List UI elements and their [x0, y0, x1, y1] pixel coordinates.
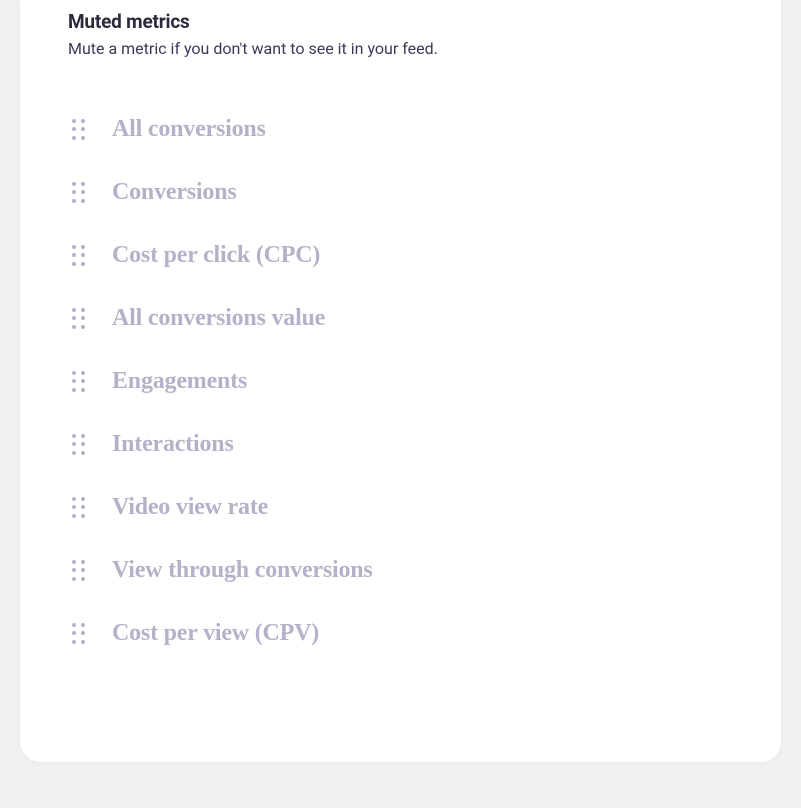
list-item[interactable]: Cost per view (CPV)	[68, 602, 741, 665]
list-item[interactable]: All conversions value	[68, 287, 741, 350]
list-item[interactable]: Engagements	[68, 350, 741, 413]
drag-handle-icon[interactable]	[72, 371, 86, 393]
muted-metrics-card: Muted metrics Mute a metric if you don't…	[20, 0, 781, 762]
metric-label: Video view rate	[112, 494, 268, 521]
metric-label: All conversions value	[112, 305, 325, 332]
drag-handle-icon[interactable]	[72, 434, 86, 456]
metric-label: Interactions	[112, 431, 234, 458]
muted-metrics-list: All conversions Conversions Cost per cli…	[68, 98, 741, 665]
section-title: Muted metrics	[68, 10, 741, 33]
drag-handle-icon[interactable]	[72, 245, 86, 267]
list-item[interactable]: Conversions	[68, 161, 741, 224]
drag-handle-icon[interactable]	[72, 119, 86, 141]
metric-label: Cost per click (CPC)	[112, 242, 320, 269]
drag-handle-icon[interactable]	[72, 308, 86, 330]
list-item[interactable]: Interactions	[68, 413, 741, 476]
list-item[interactable]: Video view rate	[68, 476, 741, 539]
drag-handle-icon[interactable]	[72, 497, 86, 519]
drag-handle-icon[interactable]	[72, 560, 86, 582]
metric-label: Engagements	[112, 368, 247, 395]
metric-label: View through conversions	[112, 557, 373, 584]
metric-label: Cost per view (CPV)	[112, 620, 319, 647]
metric-label: Conversions	[112, 179, 236, 206]
metric-label: All conversions	[112, 116, 266, 143]
drag-handle-icon[interactable]	[72, 623, 86, 645]
list-item[interactable]: Cost per click (CPC)	[68, 224, 741, 287]
list-item[interactable]: View through conversions	[68, 539, 741, 602]
list-item[interactable]: All conversions	[68, 98, 741, 161]
section-subtitle: Mute a metric if you don't want to see i…	[68, 39, 741, 58]
drag-handle-icon[interactable]	[72, 182, 86, 204]
